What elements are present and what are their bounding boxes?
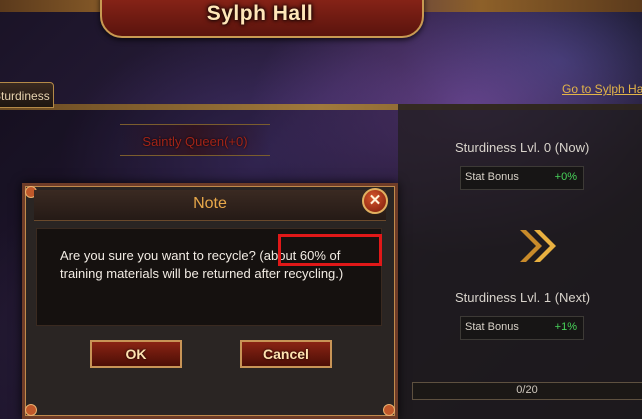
progress-text: 0/20 xyxy=(516,384,538,396)
dialog-title: Note xyxy=(193,195,227,212)
cancel-button[interactable]: Cancel xyxy=(240,340,332,368)
dialog-corner-ornament xyxy=(383,404,395,416)
double-chevron-right-icon xyxy=(520,230,556,262)
stat-now-label: Stat Bonus xyxy=(465,171,519,183)
stat-next-box: Stat Bonus +1% xyxy=(460,316,584,340)
stat-next-title: Sturdiness Lvl. 1 (Next) xyxy=(455,290,591,305)
page-title: Sylph Hall xyxy=(206,2,314,25)
stat-now-value: +0% xyxy=(554,171,577,183)
goto-sylph-hall-link[interactable]: Go to Sylph Hall xyxy=(562,82,642,96)
stat-now-box: Stat Bonus +0% xyxy=(460,166,584,190)
ok-button[interactable]: OK xyxy=(90,340,182,368)
stat-now-title: Sturdiness Lvl. 0 (Now) xyxy=(455,140,590,155)
stat-next-label: Stat Bonus xyxy=(465,321,519,333)
highlight-box xyxy=(278,234,382,266)
tab-sturdiness[interactable]: Sturdiness xyxy=(0,82,54,108)
dialog-message-line: training materials will be returned afte… xyxy=(60,266,344,281)
close-icon: ✕ xyxy=(368,192,382,209)
close-button[interactable]: ✕ xyxy=(362,188,388,214)
dialog-corner-ornament xyxy=(25,404,37,416)
stat-next-value: +1% xyxy=(554,321,577,333)
